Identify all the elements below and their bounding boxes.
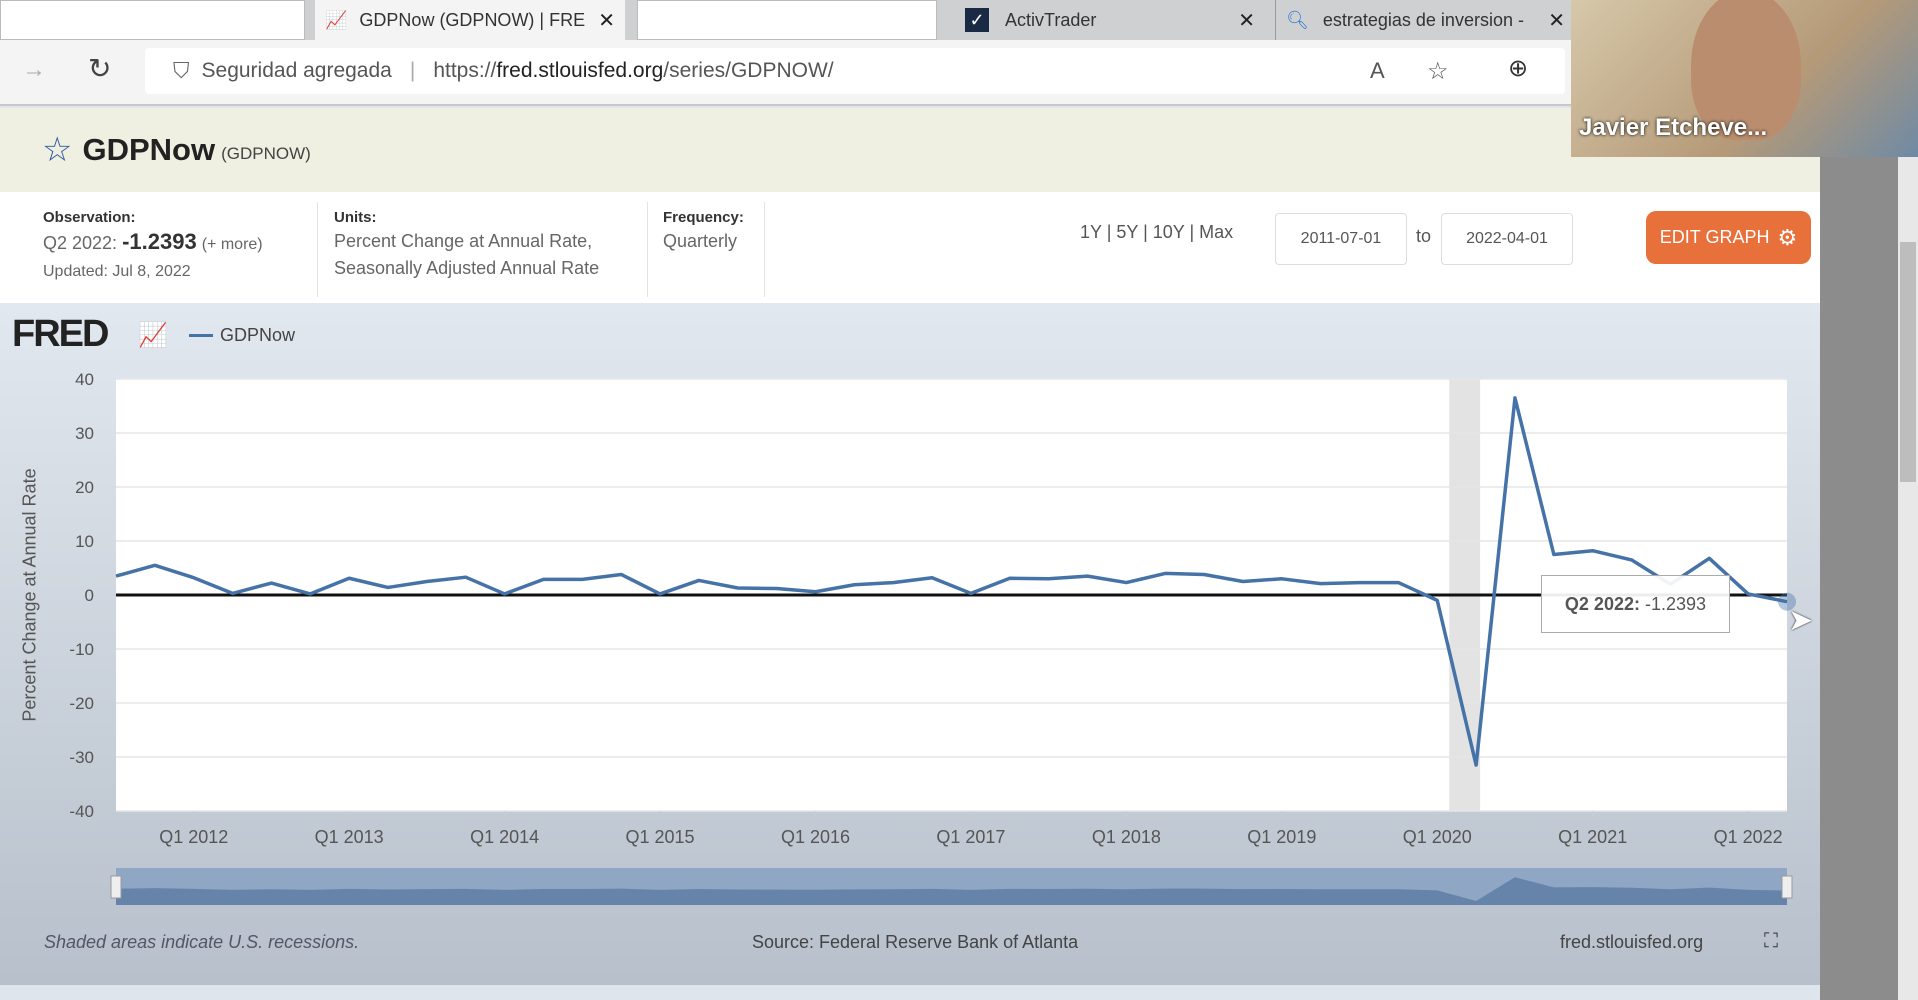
tab-label: ActivTrader <box>1005 9 1097 30</box>
tooltip-value: -1.2393 <box>1645 593 1707 614</box>
recession-note: Shaded areas indicate U.S. recessions. <box>44 932 360 952</box>
navigator-handle <box>110 875 122 899</box>
chart-icon: 📈 <box>325 9 348 30</box>
y-tick-label: 20 <box>75 478 94 497</box>
gear-icon: ⚙ <box>1777 224 1798 250</box>
url-prefix: https:// <box>433 59 497 82</box>
source-text: Source: Federal Reserve Bank of Atlanta <box>752 932 1079 952</box>
range-max[interactable]: Max <box>1199 222 1233 242</box>
updated-date: Updated: Jul 8, 2022 <box>43 263 191 280</box>
y-tick-label: -40 <box>69 802 94 821</box>
participant-name: Javier Etcheve... <box>1579 114 1768 141</box>
to-label: to <box>1416 226 1432 246</box>
url-input[interactable]: ⛉ Seguridad agregada | https://fred.stlo… <box>145 48 1565 94</box>
close-icon[interactable]: ✕ <box>1548 8 1565 33</box>
series-header: ☆ GDPNow (GDPNOW) <box>0 108 1820 192</box>
reload-icon[interactable]: ↻ <box>88 52 111 85</box>
y-tick-label: 10 <box>75 532 94 551</box>
x-tick-label: Q1 2015 <box>626 827 695 847</box>
x-tick-label: Q1 2014 <box>470 827 539 847</box>
star-icon[interactable]: ☆ <box>42 130 72 170</box>
tab-label: GDPNow (GDPNOW) | FRE <box>359 9 586 30</box>
range-1y[interactable]: 1Y <box>1080 222 1102 242</box>
tab-gdpnow[interactable]: 📈 GDPNow (GDPNOW) | FRE ✕ <box>315 0 625 40</box>
x-tick-label: Q1 2012 <box>159 827 228 847</box>
navigator-handle <box>1781 875 1793 899</box>
x-tick-label: Q1 2018 <box>1092 827 1161 847</box>
chart-area: FRED 📈 GDPNow 40 30 20 10 0 -10 -20 -30 -40 Q1 20… <box>0 303 1820 985</box>
units-label: Units: <box>334 209 377 226</box>
tab-label: estrategias de inversion - <box>1322 9 1524 30</box>
video-overlay: Javier Etcheve... <box>1571 0 1918 157</box>
read-aloud-icon[interactable]: A <box>1370 58 1385 84</box>
security-label: Seguridad agregada <box>201 59 392 82</box>
more-link[interactable]: (+ more) <box>202 236 263 253</box>
tab-blank[interactable] <box>637 0 937 40</box>
site-link[interactable]: fred.stlouisfed.org <box>1560 932 1703 953</box>
tab-activtrader[interactable]: ✓ ActivTrader ✕ <box>955 0 1265 40</box>
tooltip: Q2 2022: -1.2393 <box>1541 575 1730 633</box>
close-icon[interactable]: ✕ <box>598 8 615 33</box>
frequency-value: Quarterly <box>663 231 738 251</box>
range-10y[interactable]: 10Y <box>1153 222 1185 242</box>
tooltip-label: Q2 2022: <box>1564 593 1640 614</box>
x-tick-label: Q1 2017 <box>936 827 1005 847</box>
check-icon: ✓ <box>965 8 989 32</box>
range-options: 1Y | 5Y | 10Y | Max <box>1080 222 1234 242</box>
observation-label: Observation: <box>43 209 136 226</box>
page-title: GDPNow <box>82 132 216 167</box>
start-date-input[interactable]: 2011-07-01 <box>1275 213 1407 265</box>
y-tick-label: 0 <box>85 586 94 605</box>
units-value-2: Seasonally Adjusted Annual Rate <box>334 258 600 278</box>
scrollbar[interactable] <box>1820 157 1918 1000</box>
extension-icon[interactable]: ⊕ <box>1508 54 1528 83</box>
edit-graph-label: EDIT GRAPH <box>1659 227 1770 247</box>
x-tick-label: Q1 2013 <box>315 827 384 847</box>
shield-icon: ⛉ <box>173 58 190 83</box>
divider: | <box>409 59 416 82</box>
forward-icon[interactable]: → <box>22 56 46 84</box>
series-code: (GDPNOW) <box>221 144 311 163</box>
y-tick-label: -20 <box>69 694 94 713</box>
observation-period: Q2 2022: <box>43 233 118 253</box>
range-5y[interactable]: 5Y <box>1116 222 1138 242</box>
end-date-input[interactable]: 2022-04-01 <box>1441 213 1573 265</box>
url-domain: fred.stlouisfed.org <box>496 59 664 82</box>
url-path: /series/GDPNOW/ <box>663 59 834 82</box>
x-tick-label: Q1 2022 <box>1714 827 1783 847</box>
x-tick-label: Q1 2016 <box>781 827 850 847</box>
x-tick-label: Q1 2021 <box>1558 827 1627 847</box>
y-tick-label: 30 <box>75 424 94 443</box>
y-axis-label: Percent Change at Annual Rate <box>19 468 40 722</box>
y-tick-label: 40 <box>75 370 94 389</box>
y-tick-label: -10 <box>69 640 94 659</box>
x-tick-label: Q1 2020 <box>1403 827 1472 847</box>
x-tick-label: Q1 2019 <box>1247 827 1316 847</box>
fullscreen-icon[interactable]: ⛶ <box>1764 930 1778 953</box>
tab-search[interactable]: 🔍︎ estrategias de inversion - ✕ <box>1275 0 1575 40</box>
observation-value: -1.2393 <box>122 229 197 254</box>
search-icon: 🔍︎ <box>1286 9 1309 30</box>
cursor-icon: ➤ <box>1788 604 1814 637</box>
close-icon[interactable]: ✕ <box>1238 8 1255 33</box>
units-value: Percent Change at Annual Rate, <box>334 231 593 251</box>
frequency-label: Frequency: <box>663 209 744 226</box>
edit-graph-button[interactable]: EDIT GRAPH ⚙ <box>1646 211 1811 264</box>
favorite-add-icon[interactable]: ☆ <box>1427 57 1449 86</box>
line-chart[interactable]: 40 30 20 10 0 -10 -20 -30 -40 Q1 2012 Q1 2013 Q1 20… <box>0 303 1820 985</box>
y-tick-label: -30 <box>69 748 94 767</box>
tab-blank[interactable] <box>0 0 305 40</box>
